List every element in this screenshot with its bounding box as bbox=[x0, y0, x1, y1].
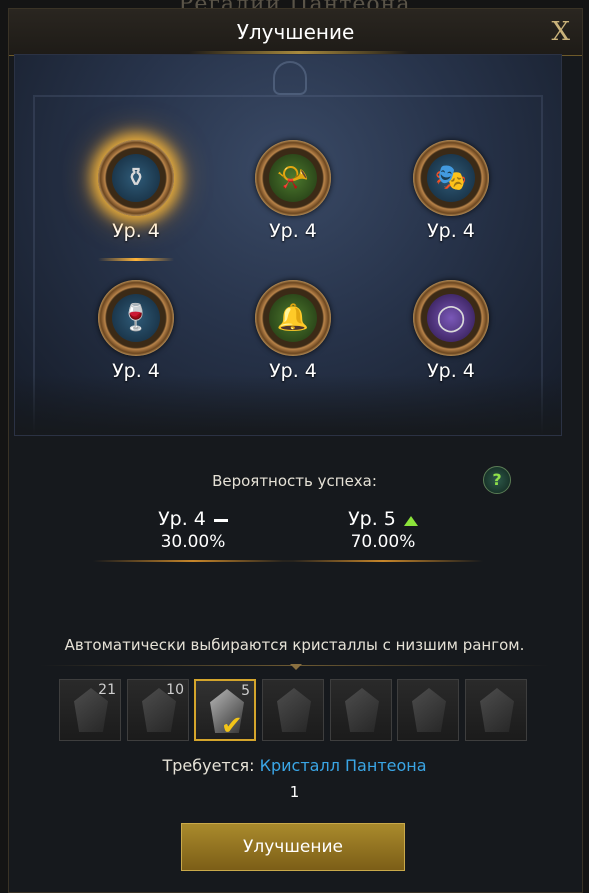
crystal-count: 10 bbox=[166, 682, 184, 698]
dialog-header: Улучшение X bbox=[9, 9, 582, 57]
item-frame[interactable]: 🔔 bbox=[255, 280, 331, 356]
item-frame[interactable]: ⚱ bbox=[98, 140, 174, 216]
crystal-slot[interactable] bbox=[330, 679, 392, 741]
divider-line bbox=[283, 560, 483, 562]
item-level: Ур. 4 bbox=[269, 360, 317, 382]
item-level: Ур. 4 bbox=[427, 360, 475, 382]
crystal-slot[interactable]: 21 bbox=[59, 679, 121, 741]
crystal-slot[interactable] bbox=[397, 679, 459, 741]
current-level-percent: 30.00% bbox=[160, 532, 226, 552]
item-frame[interactable]: ◯ bbox=[413, 280, 489, 356]
mirror-icon: ◯ bbox=[427, 294, 475, 342]
item-level: Ур. 4 bbox=[112, 360, 160, 382]
upgrade-button[interactable]: Улучшение bbox=[181, 823, 405, 871]
item-slot-3[interactable]: 🎭 Ур. 4 bbox=[403, 140, 499, 242]
minus-icon bbox=[213, 519, 228, 522]
item-level: Ур. 4 bbox=[427, 220, 475, 242]
divider-line bbox=[93, 560, 293, 562]
auto-select-notice: Автоматически выбираются кристаллы с низ… bbox=[64, 636, 525, 654]
crystal-slot[interactable] bbox=[465, 679, 527, 741]
item-slot-1[interactable]: ⚱ Ур. 4 bbox=[88, 140, 184, 242]
dialog-title: Улучшение bbox=[236, 20, 355, 44]
arrow-up-icon bbox=[403, 515, 418, 526]
item-level: Ур. 4 bbox=[269, 220, 317, 242]
item-frame[interactable]: 🎭 bbox=[413, 140, 489, 216]
selection-underline bbox=[98, 258, 174, 261]
divider-pointer bbox=[290, 664, 302, 670]
required-quantity: 1 bbox=[289, 783, 300, 801]
next-level-percent: 70.00% bbox=[350, 532, 416, 552]
crystal-slot-selected[interactable]: 5 ✔ bbox=[194, 679, 256, 741]
crystal-slot[interactable]: 10 bbox=[127, 679, 189, 741]
crystal-icon bbox=[345, 688, 379, 732]
help-icon[interactable]: ? bbox=[483, 466, 511, 494]
item-frame[interactable]: 📯 bbox=[255, 140, 331, 216]
crystal-icon bbox=[412, 688, 446, 732]
item-slot-6[interactable]: ◯ Ур. 4 bbox=[403, 280, 499, 382]
item-slot-5[interactable]: 🔔 Ур. 4 bbox=[245, 280, 341, 382]
item-level: Ур. 4 bbox=[112, 220, 160, 242]
crystal-count: 5 bbox=[241, 683, 250, 699]
checkmark-icon: ✔ bbox=[221, 711, 243, 741]
horn-icon: 📯 bbox=[269, 154, 317, 202]
item-slot-4[interactable]: 🍷 Ур. 4 bbox=[88, 280, 184, 382]
mask-icon: 🎭 bbox=[427, 154, 475, 202]
item-slot-2[interactable]: 📯 Ур. 4 bbox=[245, 140, 341, 242]
urn-icon: ⚱ bbox=[112, 154, 160, 202]
goblet-icon: 🍷 bbox=[112, 294, 160, 342]
next-level: Ур. 5 bbox=[348, 508, 396, 530]
requirement-line: Требуется: Кристалл Пантеона bbox=[0, 756, 589, 775]
next-level-chance: Ур. 5 70.00% bbox=[308, 508, 458, 552]
close-button[interactable]: X bbox=[551, 17, 570, 47]
item-frame[interactable]: 🍷 bbox=[98, 280, 174, 356]
bell-icon: 🔔 bbox=[269, 294, 317, 342]
current-level-chance: Ур. 4 30.00% bbox=[118, 508, 268, 552]
required-item-link[interactable]: Кристалл Пантеона bbox=[260, 756, 427, 775]
crest-ornament bbox=[273, 61, 307, 95]
crystal-icon bbox=[277, 688, 311, 732]
current-level: Ур. 4 bbox=[158, 508, 206, 530]
crystal-slot[interactable] bbox=[262, 679, 324, 741]
crystal-count: 21 bbox=[98, 682, 116, 698]
requirement-prefix: Требуется: bbox=[162, 756, 255, 775]
crystal-icon bbox=[480, 688, 514, 732]
